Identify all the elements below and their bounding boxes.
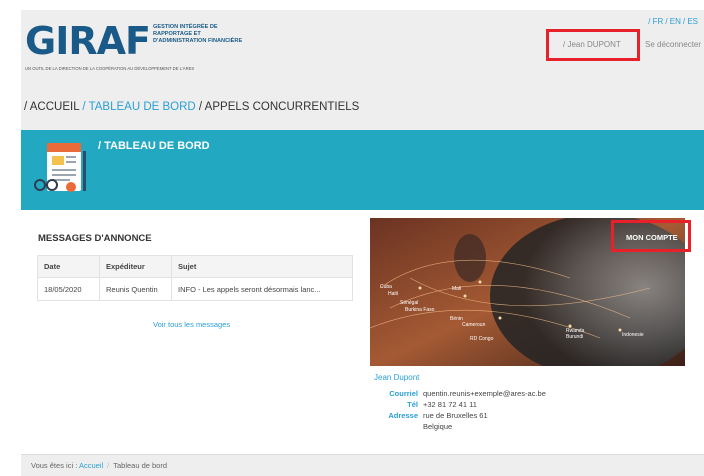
map-label-burkina-faso: Burkina Faso bbox=[405, 307, 435, 313]
column-header-date: Date bbox=[37, 255, 100, 278]
email-label: Courriel bbox=[389, 389, 418, 398]
map-label-burundi: Burundi bbox=[566, 334, 583, 340]
profile-details: Courriel quentin.reunis+exemple@ares-ac.… bbox=[382, 389, 546, 433]
logo-subtitle: GESTION INTÉGRÉE DE RAPPORTAGE ET D'ADMI… bbox=[153, 24, 243, 44]
giraf-logo[interactable]: GIRAF GESTION INTÉGRÉE DE RAPPORTAGE ET … bbox=[25, 18, 242, 76]
email-value: quentin.reunis+exemple@ares-ac.be bbox=[423, 389, 546, 398]
cell-date: 18/05/2020 bbox=[37, 277, 100, 301]
user-name-link[interactable]: / Jean DUPONT bbox=[563, 40, 621, 49]
nav-item-dashboard[interactable]: / TABLEAU DE BORD bbox=[82, 101, 195, 113]
profile-row-phone: Tél +32 81 72 41 11 bbox=[382, 400, 546, 411]
map-label-mali: Mali bbox=[452, 286, 461, 292]
nav-item-home[interactable]: / ACCUEIL bbox=[24, 101, 79, 113]
see-all-messages-link[interactable]: Voir tous les messages bbox=[153, 320, 230, 329]
footer-prefix: Vous êtes ici : bbox=[31, 461, 78, 470]
phone-label: Tél bbox=[407, 400, 418, 409]
map-label-cameroun: Cameroun bbox=[462, 322, 486, 328]
lang-es-link[interactable]: / ES bbox=[683, 17, 698, 26]
lang-en-link[interactable]: / EN bbox=[665, 17, 681, 26]
cell-sender: Reunis Quentin bbox=[99, 277, 172, 301]
profile-row-address: Adresse rue de Bruxelles 61 bbox=[382, 411, 546, 422]
phone-value: +32 81 72 41 11 bbox=[423, 400, 477, 409]
map-label-senegal: Sénégal bbox=[400, 300, 418, 306]
column-header-sender: Expéditeur bbox=[99, 255, 172, 278]
map-label-rd-congo: RD Congo bbox=[470, 336, 494, 342]
document-glasses-icon bbox=[34, 143, 86, 192]
messages-title: MESSAGES D'ANNONCE bbox=[38, 233, 152, 244]
map-label-haiti: Haiti bbox=[388, 291, 398, 297]
address-value: rue de Bruxelles 61 bbox=[423, 411, 488, 420]
address-label: Adresse bbox=[388, 411, 418, 420]
page: GIRAF GESTION INTÉGRÉE DE RAPPORTAGE ET … bbox=[0, 0, 704, 476]
country-value: Belgique bbox=[423, 422, 453, 431]
messages-table: Date Expéditeur Sujet 18/05/2020 Reunis … bbox=[37, 255, 353, 301]
footer-breadcrumb: Vous êtes ici : Accueil / Tableau de bord bbox=[31, 461, 167, 470]
cell-subject[interactable]: INFO - Les appels seront désormais lanc.… bbox=[171, 277, 353, 301]
country-label bbox=[382, 422, 418, 433]
banner-title: / TABLEAU DE BORD bbox=[98, 140, 210, 152]
footer-crumb-dashboard: Tableau de bord bbox=[113, 461, 168, 470]
map-label-cuba: Cuba bbox=[380, 284, 392, 290]
column-header-subject: Sujet bbox=[171, 255, 353, 278]
table-row[interactable]: 18/05/2020 Reunis Quentin INFO - Les app… bbox=[37, 277, 353, 301]
my-account-button[interactable]: MON COMPTE bbox=[626, 233, 678, 242]
logo-text: GIRAF bbox=[25, 19, 151, 63]
table-header-row: Date Expéditeur Sujet bbox=[37, 255, 353, 278]
nav-item-competitive-calls[interactable]: / APPELS CONCURRENTIELS bbox=[199, 101, 359, 113]
profile-row-country: Belgique bbox=[382, 422, 546, 433]
language-switcher: / FR / EN / ES bbox=[646, 17, 698, 26]
map-label-indonesie: Indonesie bbox=[622, 332, 644, 338]
logout-link[interactable]: Se déconnecter bbox=[645, 40, 701, 49]
logo-tagline: UN OUTIL DE LA DIRECTION DE LA COOPÉRATI… bbox=[25, 66, 195, 71]
footer-crumb-home[interactable]: Accueil bbox=[79, 461, 103, 470]
footer-separator: / bbox=[107, 461, 110, 470]
profile-name-link[interactable]: Jean Dupont bbox=[374, 373, 419, 382]
main-nav: / ACCUEIL / TABLEAU DE BORD / APPELS CON… bbox=[24, 101, 359, 113]
lang-fr-link[interactable]: / FR bbox=[648, 17, 663, 26]
profile-row-email: Courriel quentin.reunis+exemple@ares-ac.… bbox=[382, 389, 546, 400]
